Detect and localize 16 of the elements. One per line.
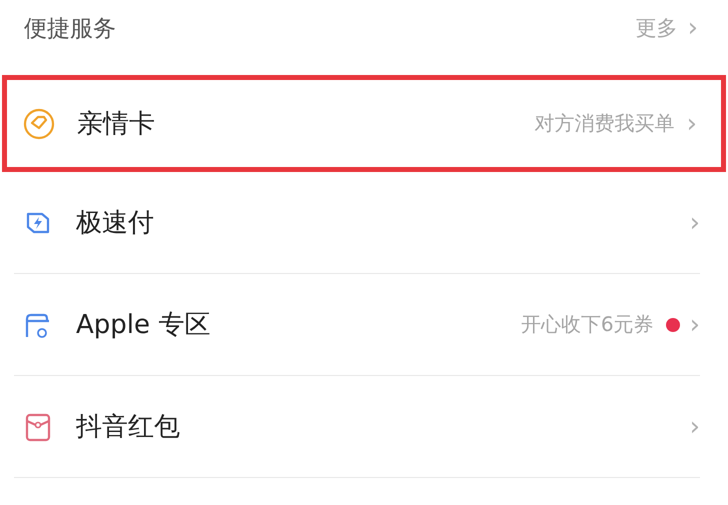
item-title: 抖音红包 <box>76 411 181 444</box>
list-item[interactable]: 极速付 › <box>14 172 700 274</box>
chevron-icon: › <box>690 414 700 440</box>
highlighted-list-item[interactable]: 亲情卡 对方消费我买单 › <box>2 75 726 172</box>
list-item[interactable]: Apple 专区 开心收下6元券 › <box>14 274 700 376</box>
item-title: 亲情卡 <box>77 108 156 141</box>
list-item[interactable]: 抖音红包 › <box>14 376 700 478</box>
item-title: Apple 专区 <box>76 309 212 342</box>
section-title: 便捷服务 <box>24 14 116 44</box>
chevron-icon: › <box>686 110 697 136</box>
chevron-icon: › <box>688 15 698 41</box>
item-hint: 开心收下6元券 <box>520 311 654 338</box>
item-hint: 对方消费我买单 <box>534 110 675 137</box>
chevron-icon: › <box>690 210 700 236</box>
item-title: 极速付 <box>76 207 155 240</box>
chevron-icon: › <box>690 312 700 338</box>
